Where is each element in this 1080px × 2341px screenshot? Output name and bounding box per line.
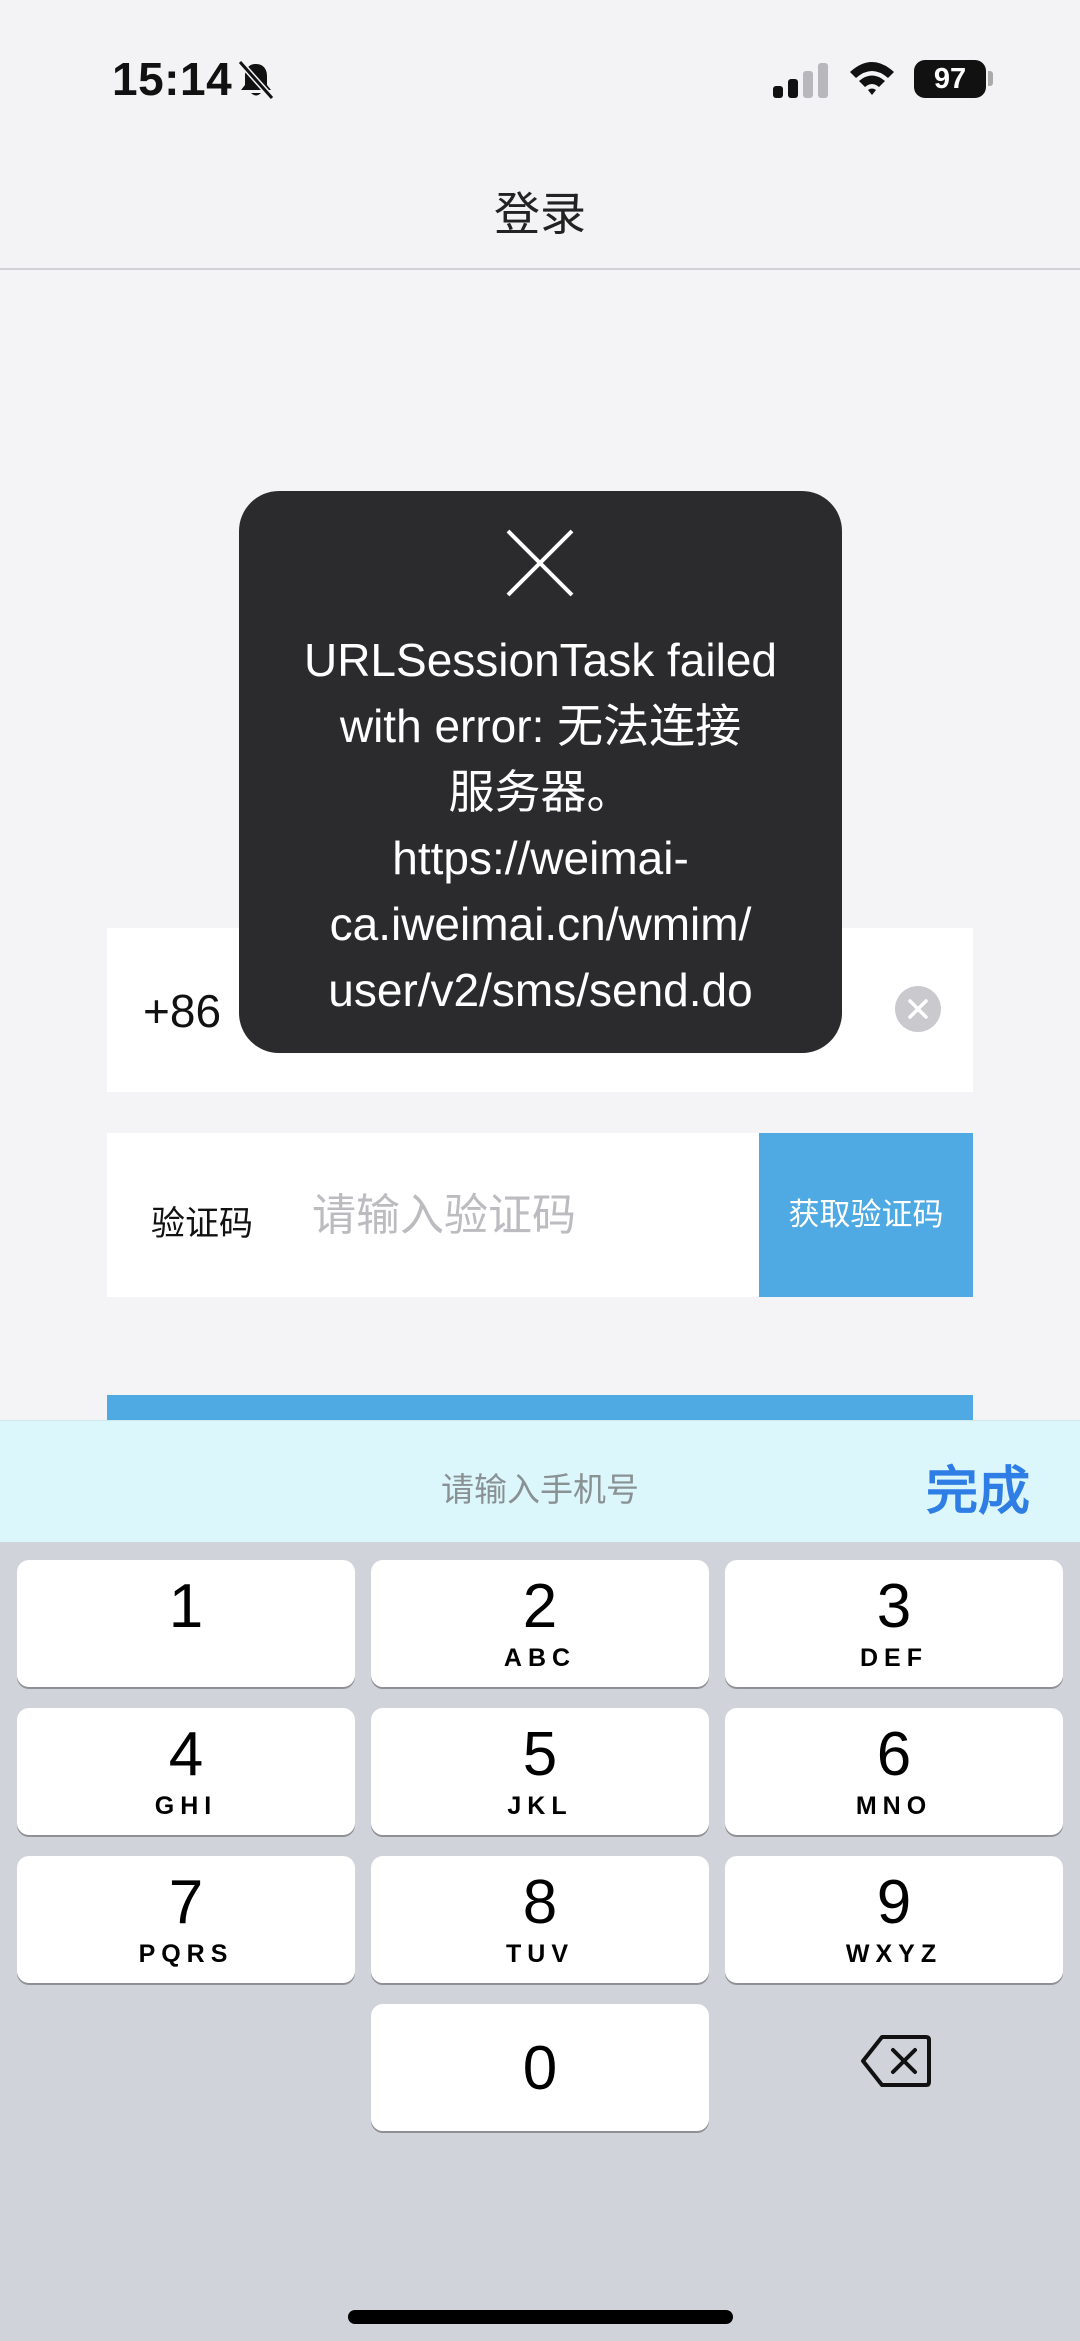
key-2[interactable]: 2 ABC xyxy=(371,1560,709,1687)
battery-tip xyxy=(988,71,993,86)
status-time: 15:14 xyxy=(112,53,233,105)
verification-code-input[interactable] xyxy=(312,1181,742,1251)
key-3[interactable]: 3 DEF xyxy=(725,1560,1063,1687)
get-code-button[interactable]: 获取验证码 xyxy=(759,1133,973,1297)
key-digit: 5 xyxy=(522,1720,558,1789)
key-letters: JKL xyxy=(507,1792,573,1820)
toast-line: ca.iweimai.cn/wmim/ xyxy=(329,898,752,950)
home-indicator xyxy=(348,2310,733,2324)
status-bar: 15:14 97 xyxy=(0,0,1080,150)
key-9[interactable]: 9 WXYZ xyxy=(725,1856,1063,1983)
clear-phone-button[interactable] xyxy=(895,986,941,1032)
key-letters: TUV xyxy=(506,1940,574,1968)
key-6[interactable]: 6 MNO xyxy=(725,1708,1063,1835)
nav-bar: 登录 xyxy=(0,150,1080,270)
toast-line: URLSessionTask failed xyxy=(303,634,777,686)
key-digit: 2 xyxy=(522,1572,558,1641)
wifi-icon xyxy=(850,62,894,95)
key-digit: 3 xyxy=(876,1572,912,1641)
key-5[interactable]: 5 JKL xyxy=(371,1708,709,1835)
page-title: 登录 xyxy=(494,188,586,240)
key-digit: 8 xyxy=(522,1868,558,1937)
key-letters: WXYZ xyxy=(845,1940,943,1968)
key-letters: GHI xyxy=(154,1792,218,1820)
delete-backspace-icon[interactable] xyxy=(860,2033,932,2089)
key-digit: 9 xyxy=(876,1868,912,1937)
key-0[interactable]: 0 xyxy=(371,2004,709,2131)
phone-input-hint: 请输入手机号 xyxy=(441,1471,639,1508)
battery-icon: 97 xyxy=(914,60,986,98)
key-digit: 7 xyxy=(168,1868,204,1937)
done-button[interactable]: 完成 xyxy=(926,1449,1030,1524)
key-1[interactable]: 1 xyxy=(17,1560,355,1687)
keyboard-accessory-bar: 请输入手机号 完成 xyxy=(0,1420,1080,1542)
key-letters: DEF xyxy=(860,1644,928,1672)
toast-line: user/v2/sms/send.do xyxy=(328,964,753,1016)
key-digit: 1 xyxy=(168,1572,204,1641)
key-4[interactable]: 4 GHI xyxy=(17,1708,355,1835)
key-8[interactable]: 8 TUV xyxy=(371,1856,709,1983)
clear-icon xyxy=(908,999,928,1019)
key-letters: ABC xyxy=(503,1644,577,1672)
key-digit: 0 xyxy=(522,2034,558,2103)
key-digit: 4 xyxy=(168,1720,204,1789)
battery-level: 97 xyxy=(933,63,967,95)
key-letters: PQRS xyxy=(138,1940,234,1968)
toast-message: URLSessionTask failed with error: 无法连接 服… xyxy=(259,627,822,1023)
error-toast: URLSessionTask failed with error: 无法连接 服… xyxy=(239,491,842,1053)
key-letters: MNO xyxy=(855,1792,933,1820)
cellular-signal-icon xyxy=(773,63,828,98)
verification-code-row: 验证码 获取验证码 xyxy=(107,1133,973,1297)
key-digit: 6 xyxy=(876,1720,912,1789)
number-keypad: 1 2 ABC 3 DEF 4 GHI 5 JKL 6 MNO 7 PQRS 8… xyxy=(0,1542,1080,2341)
country-code[interactable]: +86 xyxy=(143,984,221,1038)
toast-line: https://weimai- xyxy=(392,832,689,884)
toast-line: with error: 无法连接 xyxy=(339,700,742,752)
close-icon xyxy=(506,529,574,597)
toast-line: 服务器。 xyxy=(448,766,633,818)
bell-slash-icon xyxy=(237,60,275,100)
verification-code-label: 验证码 xyxy=(151,1205,253,1243)
key-7[interactable]: 7 PQRS xyxy=(17,1856,355,1983)
